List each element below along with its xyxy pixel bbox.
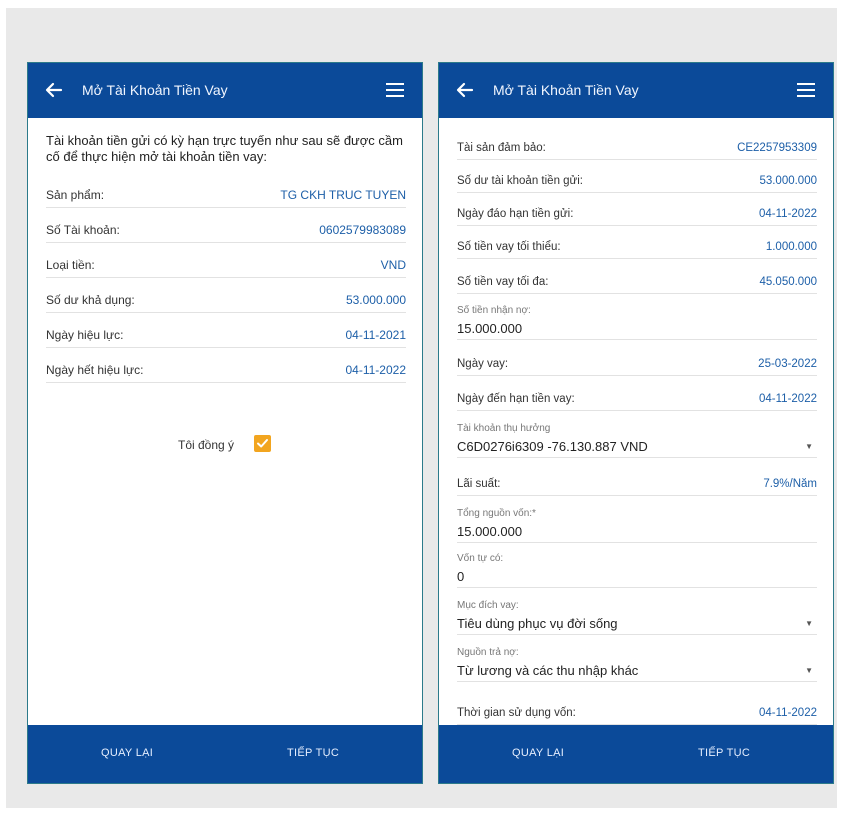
continue-button[interactable]: TIẾP TỤC: [287, 747, 339, 759]
info-row-product: Sản phẩm: TG CKH TRUC TUYEN: [46, 185, 406, 208]
field-label: Tổng nguồn vốn:*: [457, 508, 536, 519]
row-label: Thời gian sử dụng vốn:: [457, 707, 576, 719]
agree-checkbox[interactable]: [254, 435, 271, 452]
row-value: TG CKH TRUC TUYEN: [280, 188, 406, 202]
row-label: Số tiền vay tối thiểu:: [457, 241, 561, 253]
row-label: Ngày đáo hạn tiền gửi:: [457, 208, 574, 220]
row-label: Ngày vay:: [457, 358, 509, 370]
info-row-currency: Loại tiền: VND: [46, 255, 406, 278]
bottom-action-bar: QUAY LẠI TIẾP TỤC: [439, 725, 833, 783]
row-value: CE2257953309: [737, 142, 817, 154]
row-value: VND: [380, 258, 406, 272]
phone-screen-right: Mở Tài Khoản Tiền Vay Tài sản đảm bảo: C…: [438, 62, 834, 784]
own-capital-input[interactable]: 0: [457, 569, 817, 588]
page-title: Mở Tài Khoản Tiền Vay: [82, 82, 228, 98]
row-label: Ngày đến hạn tiền vay:: [457, 393, 575, 405]
field-label: Nguồn trả nợ:: [457, 647, 519, 658]
field-label: Tài khoản thụ hưởng: [457, 423, 551, 434]
select-value: C6D0276i6309 -76.130.887 VND: [457, 439, 648, 454]
row-value: 04-11-2021: [345, 328, 407, 342]
back-button[interactable]: QUAY LẠI: [512, 747, 564, 759]
hamburger-menu-icon[interactable]: [797, 83, 815, 97]
field-label: Mục đích vay:: [457, 600, 519, 611]
total-capital-input[interactable]: 15.000.000: [457, 524, 817, 543]
info-row-deposit-maturity: Ngày đáo hạn tiền gửi: 04-11-2022: [457, 205, 817, 226]
info-row-interest-rate: Lãi suất: 7.9%/Năm: [457, 475, 817, 496]
continue-button[interactable]: TIẾP TỤC: [698, 747, 750, 759]
row-value: 04-11-2022: [759, 707, 817, 719]
field-label: Số tiền nhận nợ:: [457, 305, 531, 316]
row-value: 04-11-2022: [345, 363, 407, 377]
row-value: 0602579983089: [319, 223, 406, 237]
bottom-action-bar: QUAY LẠI TIẾP TỤC: [28, 725, 422, 783]
info-row-expiry-date: Ngày hết hiệu lực: 04-11-2022: [46, 360, 406, 383]
row-label: Loại tiền:: [46, 258, 95, 272]
screenshot-background: Mở Tài Khoản Tiền Vay Tài khoản tiền gửi…: [6, 8, 837, 808]
dropdown-caret-icon: ▼: [805, 442, 813, 451]
row-label: Lãi suất:: [457, 478, 501, 490]
app-bar: Mở Tài Khoản Tiền Vay: [439, 63, 833, 118]
checkmark-icon: [257, 439, 268, 448]
info-row-collateral: Tài sản đảm bảo: CE2257953309: [457, 139, 817, 160]
row-label: Sản phẩm:: [46, 188, 105, 202]
repayment-source-select[interactable]: Từ lương và các thu nhập khác ▼: [457, 663, 817, 682]
row-value: 04-11-2022: [759, 208, 817, 220]
row-value: 04-11-2022: [759, 393, 817, 405]
total-capital-field[interactable]: Tổng nguồn vốn:* 15.000.000: [457, 508, 817, 543]
info-row-deposit-balance: Số dư tài khoản tiền gửi: 53.000.000: [457, 172, 817, 193]
phone-screen-left: Mở Tài Khoản Tiền Vay Tài khoản tiền gửi…: [27, 62, 423, 784]
row-label: Số tiền vay tối đa:: [457, 276, 549, 288]
select-value: Tiêu dùng phục vụ đời sống: [457, 616, 618, 631]
info-row-loan-due-date: Ngày đến hạn tiền vay: 04-11-2022: [457, 390, 817, 411]
row-value: 1.000.000: [765, 241, 817, 253]
beneficiary-account-field[interactable]: Tài khoản thụ hưởng C6D0276i6309 -76.130…: [457, 423, 817, 458]
row-label: Số dư khả dụng:: [46, 293, 135, 307]
info-row-account-number: Số Tài khoản: 0602579983089: [46, 220, 406, 243]
row-label: Ngày hết hiệu lực:: [46, 363, 144, 377]
app-bar: Mở Tài Khoản Tiền Vay: [28, 63, 422, 118]
info-row-loan-date: Ngày vay: 25-03-2022: [457, 355, 817, 376]
field-label: Vốn tự có:: [457, 553, 504, 564]
info-row-min-loan: Số tiền vay tối thiểu: 1.000.000: [457, 238, 817, 259]
repayment-source-field[interactable]: Nguồn trả nợ: Từ lương và các thu nhập k…: [457, 647, 817, 682]
info-row-max-loan: Số tiền vay tối đa: 45.050.000: [457, 273, 817, 294]
own-capital-field[interactable]: Vốn tự có: 0: [457, 553, 817, 588]
agree-label: Tôi đồng ý: [178, 438, 235, 452]
received-amount-field[interactable]: Số tiền nhận nợ: 15.000.000: [457, 305, 817, 340]
page-title: Mở Tài Khoản Tiền Vay: [493, 82, 639, 98]
dropdown-caret-icon: ▼: [805, 619, 813, 628]
row-value: 25-03-2022: [758, 358, 817, 370]
back-arrow-icon[interactable]: [455, 80, 475, 100]
row-value: 53.000.000: [759, 175, 817, 187]
loan-purpose-select[interactable]: Tiêu dùng phục vụ đời sống ▼: [457, 616, 817, 635]
back-arrow-icon[interactable]: [44, 80, 64, 100]
row-label: Ngày hiệu lực:: [46, 328, 124, 342]
row-label: Số dư tài khoản tiền gửi:: [457, 175, 584, 187]
hamburger-menu-icon[interactable]: [386, 83, 404, 97]
info-row-available-balance: Số dư khả dụng: 53.000.000: [46, 290, 406, 313]
info-row-usage-time: Thời gian sử dụng vốn: 04-11-2022: [457, 704, 817, 725]
row-value: 45.050.000: [759, 276, 817, 288]
intro-text: Tài khoản tiền gửi có kỳ hạn trực tuyến …: [46, 133, 403, 164]
row-label: Tài sản đảm bảo:: [457, 142, 546, 154]
row-value: 7.9%/Năm: [763, 478, 817, 490]
info-row-effective-date: Ngày hiệu lực: 04-11-2021: [46, 325, 406, 348]
row-value: 53.000.000: [345, 293, 406, 307]
back-button[interactable]: QUAY LẠI: [101, 747, 153, 759]
select-value: Từ lương và các thu nhập khác: [457, 663, 639, 678]
beneficiary-account-select[interactable]: C6D0276i6309 -76.130.887 VND ▼: [457, 439, 817, 458]
dropdown-caret-icon: ▼: [805, 666, 813, 675]
loan-purpose-field[interactable]: Mục đích vay: Tiêu dùng phục vụ đời sống…: [457, 600, 817, 635]
received-amount-input[interactable]: 15.000.000: [457, 321, 817, 340]
row-label: Số Tài khoản:: [46, 223, 120, 237]
